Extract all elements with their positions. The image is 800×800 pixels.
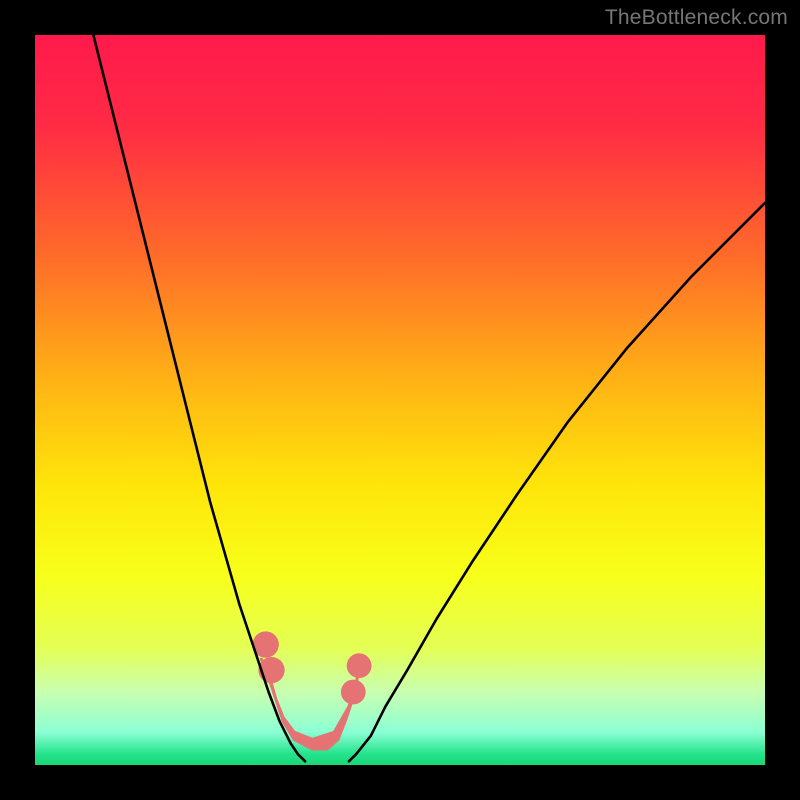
curves-layer <box>35 35 765 765</box>
bottleneck-curves <box>93 35 765 761</box>
salmon-blob <box>253 631 372 749</box>
chart-frame: TheBottleneck.com <box>0 0 800 800</box>
watermark-text: TheBottleneck.com <box>605 6 788 30</box>
plot-area <box>35 35 765 765</box>
